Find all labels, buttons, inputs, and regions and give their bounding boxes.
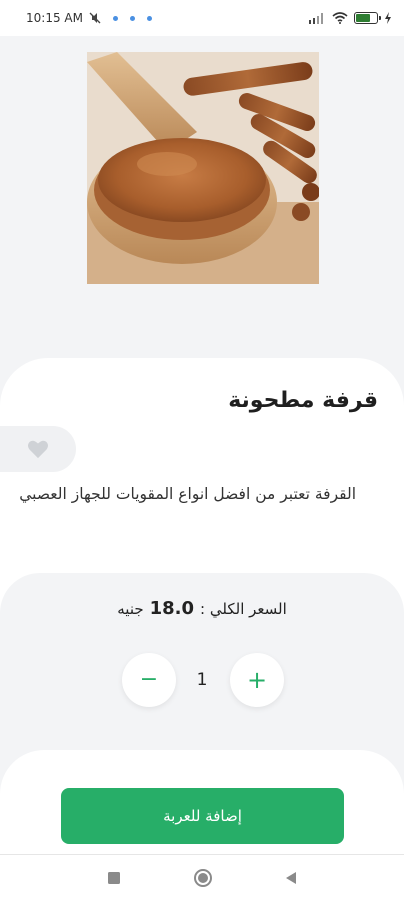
status-time: 10:15 AM bbox=[26, 11, 83, 25]
add-to-cart-button[interactable]: إضافة للعربة bbox=[61, 788, 344, 844]
signal-icon bbox=[309, 13, 323, 24]
notification-dot-icon bbox=[146, 15, 152, 21]
mute-icon bbox=[89, 12, 101, 24]
notification-dot-icon bbox=[129, 15, 135, 21]
status-right bbox=[308, 12, 392, 24]
circle-icon bbox=[194, 869, 212, 887]
back-triangle-icon bbox=[286, 872, 296, 884]
square-icon bbox=[108, 872, 120, 884]
battery-icon bbox=[354, 12, 381, 24]
increase-quantity-button[interactable]: + bbox=[230, 653, 284, 707]
back-button[interactable] bbox=[280, 867, 302, 889]
status-bar: 10:15 AM bbox=[0, 0, 404, 36]
decrease-quantity-button[interactable]: − bbox=[122, 653, 176, 707]
product-description: القرفة تعتبر من افضل انواع المقويات للجه… bbox=[19, 485, 356, 503]
favorite-button[interactable] bbox=[0, 426, 76, 472]
status-left: 10:15 AM bbox=[26, 11, 152, 25]
price-value: 18.0 bbox=[149, 598, 195, 619]
price-label: السعر الكلي : bbox=[200, 599, 287, 618]
recent-apps-button[interactable] bbox=[103, 867, 125, 889]
heart-icon bbox=[28, 440, 48, 459]
notification-dot-icon bbox=[112, 15, 118, 21]
wifi-icon bbox=[332, 12, 348, 24]
plus-icon: + bbox=[246, 666, 268, 694]
home-button[interactable] bbox=[192, 867, 214, 889]
quantity-value: 1 bbox=[196, 670, 208, 690]
quantity-stepper: − 1 + bbox=[0, 653, 404, 707]
product-image bbox=[87, 52, 319, 284]
system-nav-bar bbox=[0, 854, 404, 900]
price-currency: جنيه bbox=[117, 599, 144, 618]
charging-icon bbox=[385, 12, 391, 24]
product-title: قرفة مطحونة bbox=[228, 388, 378, 413]
total-price: السعر الكلي : 18.0 جنيه bbox=[0, 598, 404, 619]
cinnamon-photo-icon bbox=[87, 52, 319, 284]
minus-icon: − bbox=[139, 667, 159, 692]
